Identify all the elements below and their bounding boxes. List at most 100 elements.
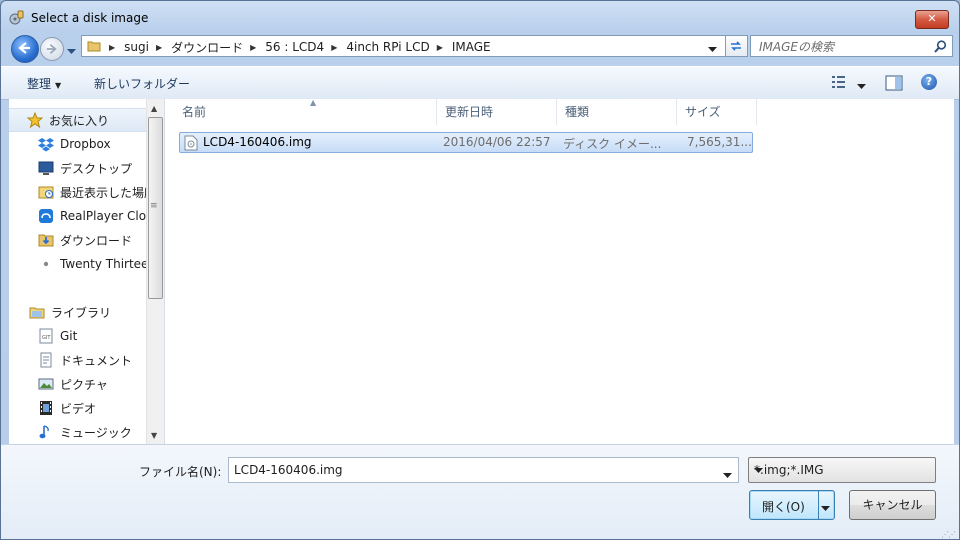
sidebar-item-label: デスクトップ [60,161,133,176]
sidebar-item-git[interactable]: GIT Git [9,325,146,347]
command-bar: 整理 ▼ 新しいフォルダー ? [1,66,959,100]
git-library-icon: GIT [38,328,54,344]
navigation-pane: お気に入り Dropbox デスクトップ 最近表示した場所 RealPlayer… [9,99,146,444]
sort-ascending-icon: ▲ [310,98,317,107]
address-bar[interactable]: ▶ sugi ▶ ダウンロード ▶ 56 : LCD4 ▶ 4inch RPi … [81,35,726,57]
video-icon [38,400,54,416]
filename-combobox[interactable] [228,457,739,483]
search-box[interactable] [750,35,953,57]
sidebar-item-label: RealPlayer Cloud [60,209,146,223]
sidebar-item-label: ライブラリ [51,305,112,320]
desktop-icon [38,160,54,176]
open-split-divider [818,491,819,519]
sidebar-item-label: Dropbox [60,137,111,151]
address-history-dropdown[interactable] [708,42,717,56]
sidebar-item-downloads[interactable]: ダウンロード [9,229,146,251]
sidebar-item-label: Git [60,329,78,343]
sidebar-item-desktop[interactable]: デスクトップ [9,157,146,179]
realplayer-cloud-icon [38,208,54,224]
back-button[interactable] [11,35,39,63]
sidebar-item-realplayer-cloud[interactable]: RealPlayer Cloud [9,205,146,227]
window-title: Select a disk image [31,11,149,25]
sidebar-item-recent-places[interactable]: 最近表示した場所 [9,181,146,203]
file-size: 7,565,31... [687,135,752,149]
open-options-dropdown[interactable] [821,501,830,515]
chevron-right-icon[interactable]: ▶ [331,43,337,52]
preview-pane-icon[interactable] [885,75,903,94]
breadcrumb-item[interactable]: IMAGE [452,40,491,54]
breadcrumb-item[interactable]: ダウンロード [171,39,243,56]
filename-history-dropdown[interactable] [723,468,732,482]
new-folder-button[interactable]: 新しいフォルダー [94,75,190,92]
chevron-right-icon[interactable]: ▶ [156,43,162,52]
breadcrumb-item[interactable]: sugi [124,40,149,54]
organize-label: 整理 [27,77,52,91]
sidebar-item-label: ピクチャ [60,377,108,392]
sidebar-item-pictures[interactable]: ピクチャ [9,373,146,395]
breadcrumb-item[interactable]: 56 : LCD4 [265,40,324,54]
sidebar-item-label: ダウンロード [60,233,133,248]
pictures-icon [38,376,54,392]
view-options-dropdown[interactable] [857,79,866,93]
scroll-grip-icon: ≡ [150,201,158,211]
sidebar-item-label: ドキュメント [60,353,133,368]
table-row[interactable]: LCD4-160406.img 2016/04/06 22:57 ディスク イメ… [179,132,753,153]
music-icon [38,424,54,440]
breadcrumb-item[interactable]: 4inch RPi LCD [346,40,429,54]
chevron-right-icon[interactable]: ▶ [437,43,443,52]
column-header-name[interactable]: ▲ 名前 [174,98,437,125]
column-header-label: サイズ [685,105,721,119]
help-icon[interactable]: ? [921,74,937,90]
forward-button[interactable] [40,37,64,61]
star-icon [26,111,44,129]
search-input[interactable] [757,38,921,56]
sidebar-item-twenty-thirteen[interactable]: Twenty Thirteen [9,253,146,275]
close-button[interactable]: ✕ [915,10,949,29]
column-header-type[interactable]: 種類 [557,99,677,125]
sidebar-item-documents[interactable]: ドキュメント [9,349,146,371]
title-bar: Select a disk image ✕ [1,1,959,33]
chevron-down-icon [708,47,717,52]
refresh-button[interactable] [726,35,748,57]
svg-text:GIT: GIT [42,335,51,341]
chevron-down-icon [857,84,866,89]
filename-label: ファイル名(N): [139,465,222,479]
scroll-down-icon[interactable]: ▼ [151,431,157,440]
sidebar-scrollbar[interactable]: ▲ ≡ ▼ [146,99,164,444]
chevron-down-icon: ▼ [55,81,62,90]
arrow-right-icon [46,44,57,54]
sidebar-item-dropbox[interactable]: Dropbox [9,133,146,155]
sidebar-item-label: ビデオ [60,401,97,416]
filename-input[interactable] [232,462,716,478]
file-open-dialog: Select a disk image ✕ ▶ sugi ▶ ダウンロード ▶ … [0,0,960,540]
file-name: LCD4-160406.img [203,135,312,149]
sidebar-item-libraries[interactable]: ライブラリ [9,301,146,323]
recent-places-icon [38,184,54,200]
filetype-dropdown-icon[interactable] [754,463,929,477]
open-button[interactable]: 開く(O) [749,490,835,520]
sidebar-item-videos[interactable]: ビデオ [9,397,146,419]
cancel-button[interactable]: キャンセル [849,490,936,520]
dropbox-icon [38,136,54,152]
filetype-select[interactable]: *.img;*.IMG [748,457,936,483]
sidebar-item-favorites[interactable]: お気に入り [9,108,146,132]
change-view-icon[interactable] [831,75,847,92]
column-header-label: 更新日時 [445,105,494,119]
arrow-left-icon [18,42,30,54]
recent-pages-dropdown[interactable] [67,44,76,58]
navigation-bar: ▶ sugi ▶ ダウンロード ▶ 56 : LCD4 ▶ 4inch RPi … [9,35,953,63]
organize-menu[interactable]: 整理 ▼ [27,75,61,92]
chevron-down-icon [723,473,732,478]
search-icon[interactable] [934,40,947,56]
column-header-modified[interactable]: 更新日時 [437,99,557,125]
chevron-right-icon[interactable]: ▶ [109,43,115,52]
column-header-size[interactable]: サイズ [677,99,757,125]
chevron-right-icon[interactable]: ▶ [250,43,256,52]
sidebar-item-label: お気に入り [49,113,110,128]
file-list-view: ▲ 名前 更新日時 種類 サイズ LCD4-160406.img 2016/04… [164,98,954,444]
sidebar-item-music[interactable]: ミュージック [9,421,146,443]
scroll-up-icon[interactable]: ▲ [151,104,157,113]
disk-utility-icon [9,10,25,26]
downloads-folder-icon [38,232,54,248]
resize-grip-icon[interactable]: ⋰⋰ [941,530,956,539]
